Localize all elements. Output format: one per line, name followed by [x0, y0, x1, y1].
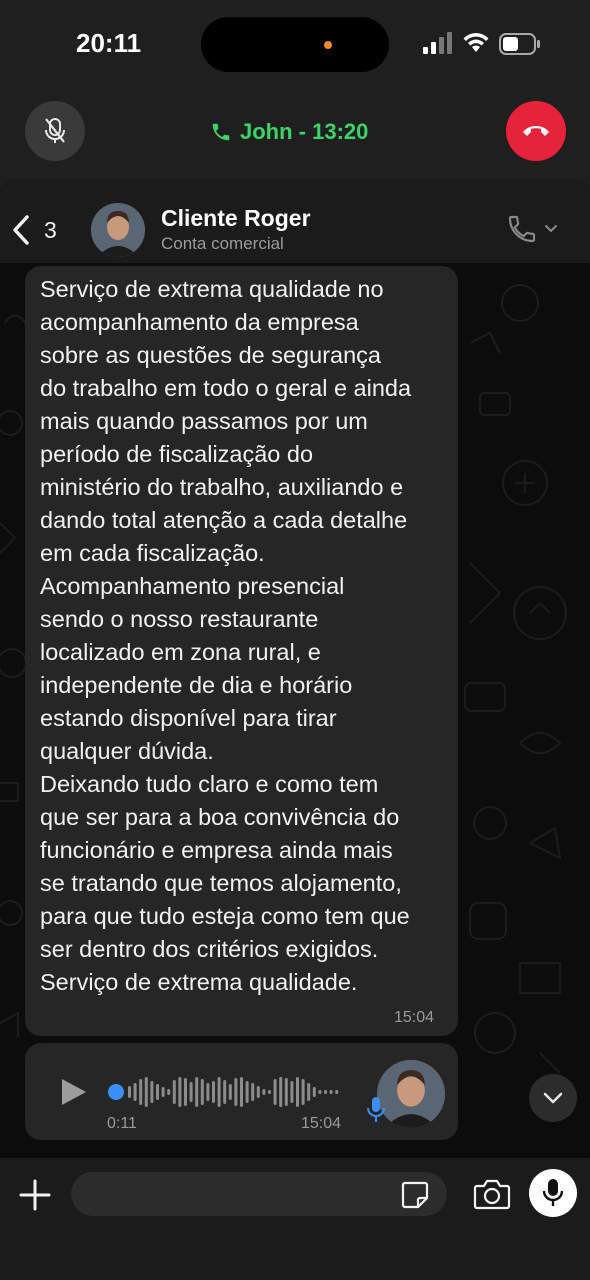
waveform-bar [234, 1078, 238, 1106]
audio-progress-dot [108, 1084, 124, 1100]
contact-subtitle: Conta comercial [161, 234, 284, 253]
scroll-to-bottom-button[interactable] [529, 1074, 577, 1122]
waveform-bar [178, 1077, 182, 1107]
waveform-bar [290, 1081, 294, 1103]
contact-avatar[interactable] [91, 203, 145, 257]
waveform-bar [206, 1083, 210, 1101]
message-text: Serviço de extrema qualidade no acompanh… [40, 276, 412, 995]
contact-name[interactable]: Cliente Roger [161, 205, 311, 232]
waveform-bar [144, 1077, 148, 1107]
waveform-bar [150, 1081, 154, 1103]
battery-icon [499, 33, 540, 55]
unread-count: 3 [44, 216, 57, 243]
waveform-bar [335, 1090, 339, 1094]
privacy-indicator-dot [324, 41, 332, 49]
call-menu-button[interactable] [506, 212, 566, 246]
waveform-bar [156, 1084, 159, 1100]
waveform-bar [279, 1077, 283, 1107]
microphone-icon [367, 1097, 385, 1122]
waveform-bar [133, 1083, 137, 1101]
microphone-icon [543, 1179, 563, 1206]
sticker-icon[interactable] [400, 1180, 430, 1210]
back-chevron-icon [13, 215, 29, 245]
waveform-bar [161, 1087, 165, 1097]
waveform-bar [223, 1080, 227, 1104]
audio-waveform[interactable] [104, 1072, 349, 1112]
phone-icon [508, 215, 536, 243]
waveform-bar [301, 1079, 305, 1105]
waveform-bar [212, 1081, 215, 1103]
audio-sender-avatar [377, 1060, 445, 1128]
waveform-bar [128, 1086, 131, 1098]
mute-button[interactable] [25, 101, 85, 161]
waveform-bar [256, 1086, 260, 1098]
chevron-down-icon [543, 1092, 563, 1104]
waveform-bar [273, 1079, 277, 1105]
waveform-bar [307, 1083, 311, 1101]
waveform-bar [329, 1090, 333, 1094]
signal-icon [423, 32, 452, 54]
audio-message-time: 15:04 [301, 1115, 342, 1132]
waveform-bar [324, 1090, 327, 1094]
waveform-bar [139, 1079, 143, 1105]
hangup-icon [523, 126, 549, 136]
status-time: 20:11 [76, 28, 142, 58]
mute-icon [45, 118, 65, 143]
waveform-bar [172, 1080, 176, 1104]
waveform-bar [268, 1090, 271, 1094]
ongoing-call-indicator[interactable]: John - 13:20 [210, 118, 368, 146]
back-button[interactable]: 3 [10, 208, 57, 252]
camera-icon[interactable] [473, 1178, 511, 1210]
hangup-button[interactable] [506, 101, 566, 161]
waveform-bar [200, 1079, 204, 1105]
waveform-bar [318, 1090, 322, 1094]
waveform-bar [228, 1084, 232, 1100]
waveform-bar [217, 1077, 221, 1107]
plus-icon[interactable] [18, 1178, 52, 1212]
avatar-image [377, 1060, 445, 1128]
phone-icon [212, 123, 230, 141]
waveform-bar [262, 1089, 266, 1095]
dynamic-island [201, 17, 389, 72]
call-label: John - 13:20 [240, 119, 369, 144]
waveform-bar [195, 1077, 199, 1107]
waveform-bar [312, 1087, 316, 1097]
avatar-image [91, 203, 145, 257]
waveform-bar [245, 1081, 249, 1103]
wifi-icon [463, 33, 489, 52]
message-time: 15:04 [394, 1009, 435, 1026]
chevron-down-icon [545, 225, 557, 233]
waveform-bar [251, 1083, 255, 1101]
waveform-bar [189, 1082, 193, 1102]
message-input[interactable] [71, 1172, 447, 1216]
play-icon[interactable] [60, 1077, 88, 1107]
audio-duration: 0:11 [107, 1115, 137, 1132]
voice-record-button[interactable] [529, 1169, 577, 1217]
waveform-bar [296, 1077, 299, 1107]
waveform-bar [240, 1077, 243, 1107]
waveform-bar [184, 1078, 187, 1106]
waveform-bar [167, 1089, 171, 1095]
waveform-bar [284, 1078, 288, 1106]
